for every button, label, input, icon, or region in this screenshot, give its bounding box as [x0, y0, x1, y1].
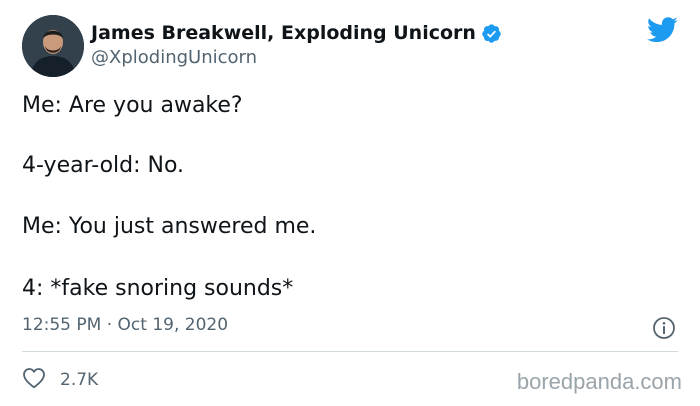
- heart-icon[interactable]: [22, 367, 46, 393]
- like-button[interactable]: 2.7K: [22, 367, 98, 393]
- tweet-text-line: Me: Are you awake?: [22, 93, 243, 118]
- tweet-card: James Breakwell, Exploding Unicorn @Xplo…: [0, 0, 700, 406]
- author-handle[interactable]: @XplodingUnicorn: [91, 47, 257, 68]
- twitter-bird-icon[interactable]: [646, 17, 678, 47]
- tweet-timestamp[interactable]: 12:55 PM · Oct 19, 2020: [22, 315, 228, 335]
- divider: [22, 351, 678, 352]
- info-icon[interactable]: [652, 316, 676, 344]
- author-name-row[interactable]: James Breakwell, Exploding Unicorn: [91, 20, 502, 46]
- avatar-photo: [22, 15, 84, 77]
- like-count: 2.7K: [60, 370, 99, 390]
- author-display-name[interactable]: James Breakwell, Exploding Unicorn: [91, 22, 476, 44]
- tweet-text-line: 4: *fake snoring sounds*: [22, 276, 294, 301]
- watermark: boredpanda.com: [516, 369, 682, 394]
- tweet-text-line: 4-year-old: No.: [22, 153, 185, 178]
- verified-badge-icon: [481, 23, 502, 44]
- tweet-text-line: Me: You just answered me.: [22, 214, 317, 239]
- avatar[interactable]: [22, 15, 84, 77]
